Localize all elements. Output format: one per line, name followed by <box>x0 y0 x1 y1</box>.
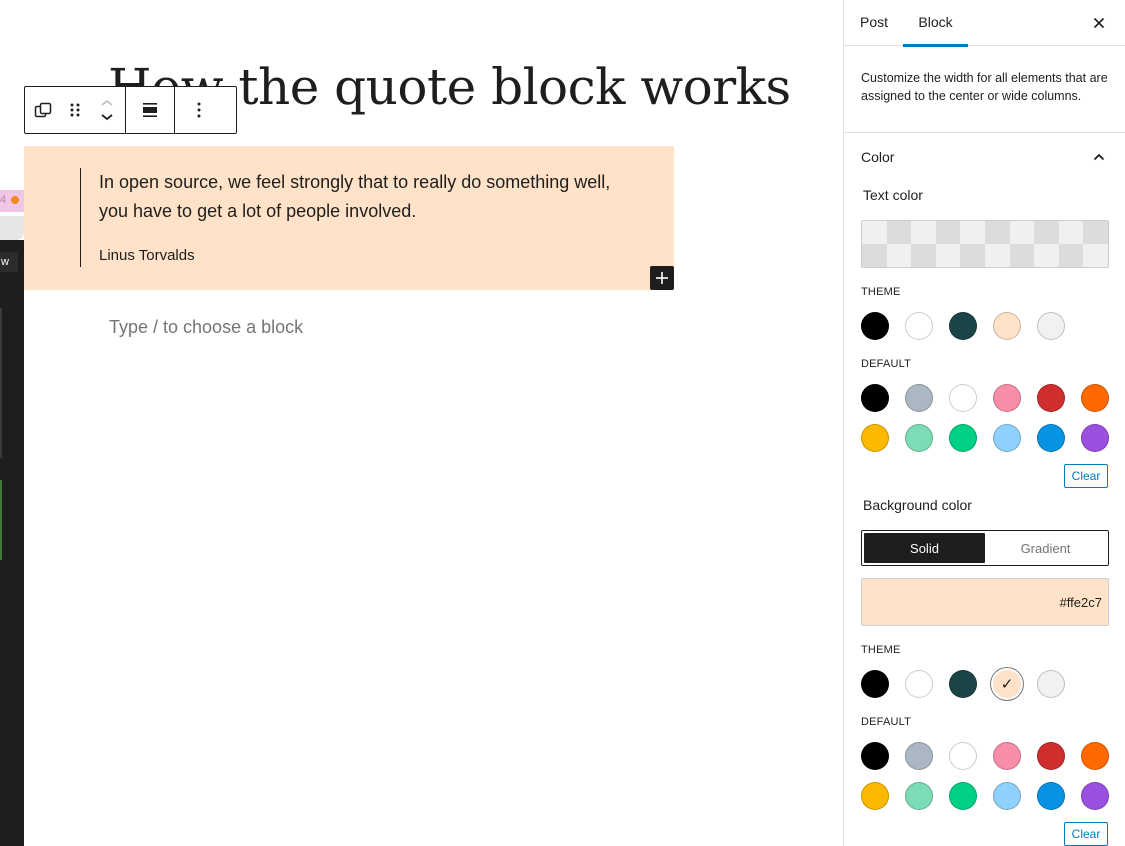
background-theme-swatches: ✓ <box>861 670 1065 698</box>
background-theme-color-swatch[interactable]: ✓ <box>993 670 1021 698</box>
transform-button[interactable] <box>25 87 61 133</box>
toolbar-group-main <box>25 87 125 133</box>
block-toolbar <box>24 86 237 134</box>
background-default-color-swatch[interactable] <box>993 742 1021 770</box>
background-default-color-swatch[interactable] <box>1037 782 1065 810</box>
color-panel-title[interactable]: Color <box>861 149 894 165</box>
status-dot <box>11 196 19 204</box>
move-down-button[interactable] <box>100 110 114 124</box>
background-divider-green <box>0 480 2 560</box>
block-description: Customize the width for all elements tha… <box>861 71 1108 103</box>
drag-handle-button[interactable] <box>61 87 89 133</box>
move-up-icon <box>101 99 113 106</box>
quote-block[interactable]: In open source, we feel strongly that to… <box>24 146 674 290</box>
plus-icon <box>656 272 668 284</box>
background-default-color-swatch[interactable] <box>861 782 889 810</box>
text-default-color-swatch[interactable] <box>993 384 1021 412</box>
text-theme-color-swatch[interactable] <box>993 312 1021 340</box>
background-theme-color-swatch[interactable] <box>1037 670 1065 698</box>
background-default-label: DEFAULT <box>861 716 912 728</box>
text-default-color-swatch[interactable] <box>905 424 933 452</box>
text-default-label: DEFAULT <box>861 358 912 370</box>
move-up-button[interactable] <box>100 96 114 110</box>
more-options-button[interactable] <box>175 87 223 133</box>
default-block-appender[interactable]: Type / to choose a block <box>109 317 303 338</box>
drag-handle-icon <box>70 103 80 117</box>
background-theme-color-swatch[interactable] <box>861 670 889 698</box>
text-theme-color-swatch[interactable] <box>949 312 977 340</box>
close-icon <box>1093 17 1105 29</box>
text-default-color-swatch[interactable] <box>949 424 977 452</box>
align-icon <box>143 103 157 117</box>
background-theme-color-swatch[interactable] <box>949 670 977 698</box>
text-theme-color-swatch[interactable] <box>861 312 889 340</box>
text-default-color-swatch[interactable] <box>905 384 933 412</box>
text-default-color-swatch[interactable] <box>1081 384 1109 412</box>
text-color-clear-button[interactable]: Clear <box>1064 464 1108 488</box>
text-default-color-swatch[interactable] <box>1081 424 1109 452</box>
sidebar-tabs: Post Block <box>844 0 1125 47</box>
background-color-value[interactable]: #ffe2c7 <box>861 578 1109 626</box>
background-divider <box>0 308 2 458</box>
settings-sidebar: Post Block Customize the width for all e… <box>843 0 1125 846</box>
background-default-swatches-row1 <box>861 742 1109 770</box>
text-default-color-swatch[interactable] <box>1037 424 1065 452</box>
background-type-toggle: Solid Gradient <box>861 530 1109 566</box>
background-default-color-swatch[interactable] <box>1081 742 1109 770</box>
tab-post[interactable]: Post <box>860 0 888 46</box>
tab-solid[interactable]: Solid <box>864 533 985 563</box>
text-theme-color-swatch[interactable] <box>1037 312 1065 340</box>
transform-icon <box>34 102 52 118</box>
text-default-color-swatch[interactable] <box>949 384 977 412</box>
quote-text[interactable]: In open source, we feel strongly that to… <box>99 168 639 226</box>
quote-border <box>80 168 81 267</box>
background-default-color-swatch[interactable] <box>1081 782 1109 810</box>
align-button[interactable] <box>126 87 174 133</box>
close-sidebar-button[interactable] <box>1088 12 1110 34</box>
background-default-color-swatch[interactable] <box>949 782 977 810</box>
text-color-indicator[interactable] <box>861 220 1109 268</box>
toolbar-group-more <box>174 87 223 133</box>
text-theme-label: THEME <box>861 286 901 298</box>
text-color-label: Text color <box>863 187 923 203</box>
block-inserter-button[interactable] <box>650 266 674 290</box>
text-default-swatches-row2 <box>861 424 1109 452</box>
background-panel <box>0 216 24 240</box>
chevron-up-icon <box>1093 153 1105 161</box>
text-theme-color-swatch[interactable] <box>905 312 933 340</box>
text-default-color-swatch[interactable] <box>1037 384 1065 412</box>
background-theme-color-swatch[interactable] <box>905 670 933 698</box>
background-default-color-swatch[interactable] <box>861 742 889 770</box>
background-default-color-swatch[interactable] <box>905 782 933 810</box>
background-color-clear-button[interactable]: Clear <box>1064 822 1108 846</box>
more-options-icon <box>197 102 201 118</box>
text-default-color-swatch[interactable] <box>861 384 889 412</box>
toolbar-group-align <box>125 87 174 133</box>
background-default-color-swatch[interactable] <box>993 782 1021 810</box>
text-default-color-swatch[interactable] <box>993 424 1021 452</box>
quote-citation[interactable]: Linus Torvalds <box>99 247 195 264</box>
tab-gradient[interactable]: Gradient <box>985 533 1106 563</box>
background-default-swatches-row2 <box>861 782 1109 810</box>
background-window-sliver: 4 w <box>0 0 24 846</box>
text-theme-swatches <box>861 312 1065 340</box>
panel-divider <box>844 132 1125 133</box>
move-down-icon <box>101 114 113 121</box>
tab-block[interactable]: Block <box>903 0 968 47</box>
transparent-pattern <box>862 221 1108 267</box>
background-theme-label: THEME <box>861 644 901 656</box>
color-panel-toggle[interactable] <box>1089 147 1109 167</box>
background-tab-number: 4 <box>0 194 7 206</box>
text-default-swatches-row1 <box>861 384 1109 412</box>
background-default-color-swatch[interactable] <box>1037 742 1065 770</box>
background-default-color-swatch[interactable] <box>905 742 933 770</box>
text-default-color-swatch[interactable] <box>861 424 889 452</box>
background-default-color-swatch[interactable] <box>949 742 977 770</box>
background-color-label: Background color <box>863 497 972 513</box>
block-mover <box>89 87 125 133</box>
background-label: w <box>0 252 18 272</box>
background-dark-area <box>0 240 24 846</box>
